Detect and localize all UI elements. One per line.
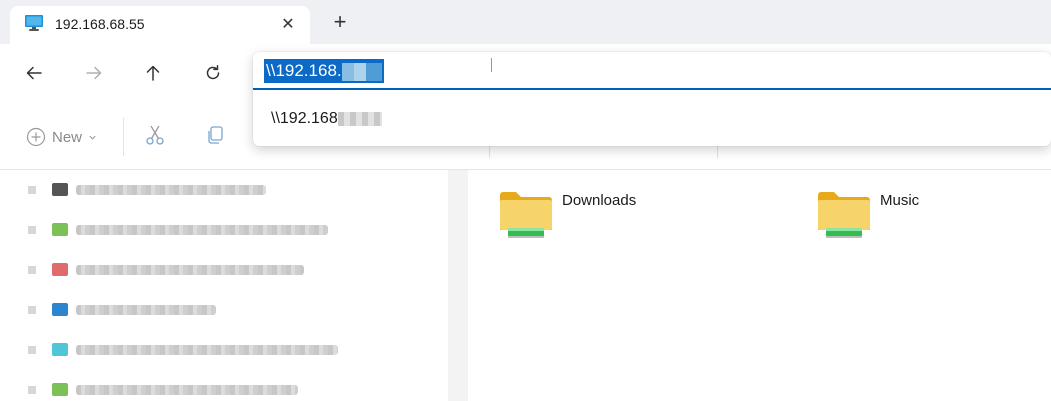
- up-button[interactable]: [137, 58, 169, 88]
- drive-icon: [52, 343, 68, 356]
- nav-tree-item[interactable]: [28, 182, 448, 198]
- address-suggestion-item[interactable]: \\192.168: [253, 102, 1051, 138]
- arrow-right-icon: [86, 66, 102, 80]
- redacted-address-part: [337, 111, 382, 126]
- drive-icon: [52, 383, 68, 396]
- redacted-label: [76, 305, 216, 315]
- refresh-button[interactable]: [197, 58, 229, 88]
- address-value: \\192.168.: [266, 61, 342, 80]
- tab-active[interactable]: 192.168.68.55 ✕: [10, 6, 310, 44]
- mouse-ibeam-cursor: [491, 58, 492, 72]
- folder-label: Music: [880, 192, 920, 209]
- navigation-pane: [0, 170, 448, 401]
- nav-tree-item[interactable]: [28, 222, 448, 238]
- sidebar-scrollbar[interactable]: [448, 170, 468, 401]
- redacted-address-part: [341, 62, 382, 81]
- drive-icon: [52, 223, 68, 236]
- redacted-label: [76, 385, 298, 395]
- arrow-up-icon: [146, 65, 160, 81]
- address-selected-text: \\192.168.: [264, 59, 384, 83]
- nav-tree-item[interactable]: [28, 382, 448, 398]
- chevron-right-icon: [28, 306, 36, 314]
- redacted-label: [76, 225, 328, 235]
- address-bar-popup: \\192.168. \\192.168: [253, 52, 1051, 146]
- cloud-drive-icon: [52, 303, 68, 316]
- suggestion-text: \\192.168: [271, 110, 338, 127]
- tab-strip: 192.168.68.55 ✕ +: [0, 0, 1051, 44]
- chevron-right-icon: [28, 266, 36, 274]
- chevron-right-icon: [28, 186, 36, 194]
- folder-item-music[interactable]: Music: [816, 186, 919, 246]
- nav-tree-item[interactable]: [28, 342, 448, 358]
- arrow-left-icon: [26, 66, 42, 80]
- nav-tree-item[interactable]: [28, 302, 448, 318]
- new-button-label: New: [52, 128, 83, 146]
- tab-title: 192.168.68.55: [55, 16, 145, 32]
- copy-icon[interactable]: [204, 124, 226, 146]
- plus-circle-icon: [26, 127, 46, 147]
- address-input[interactable]: \\192.168.: [253, 52, 1051, 90]
- redacted-label: [76, 345, 338, 355]
- computer-icon: [25, 15, 43, 31]
- drive-icon: [52, 263, 68, 276]
- drive-icon: [52, 183, 68, 196]
- new-tab-button[interactable]: +: [328, 11, 352, 35]
- content-pane: Downloads Music: [468, 170, 1051, 401]
- folder-label: Downloads: [562, 192, 637, 209]
- chevron-right-icon: [28, 386, 36, 394]
- new-button[interactable]: New: [26, 126, 97, 148]
- tab-close-icon[interactable]: ✕: [276, 13, 300, 37]
- refresh-icon: [206, 65, 220, 80]
- redacted-label: [76, 265, 304, 275]
- cut-icon[interactable]: [144, 124, 166, 146]
- chevron-right-icon: [28, 226, 36, 234]
- chevron-right-icon: [28, 346, 36, 354]
- folder-item-downloads[interactable]: Downloads: [498, 186, 636, 246]
- redacted-label: [76, 185, 266, 195]
- network-folder-icon: [500, 192, 552, 238]
- network-folder-icon: [818, 192, 870, 238]
- forward-button[interactable]: [78, 58, 110, 88]
- chevron-down-icon: [89, 135, 96, 140]
- command-separator: [123, 118, 124, 156]
- back-button[interactable]: [18, 58, 50, 88]
- nav-tree-item[interactable]: [28, 262, 448, 278]
